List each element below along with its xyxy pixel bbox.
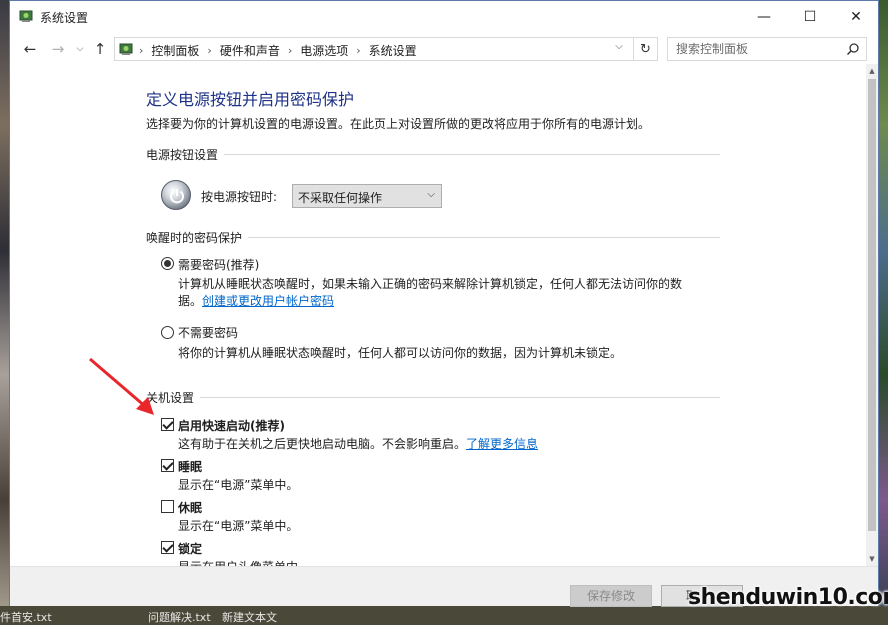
lock-checkbox[interactable]: [161, 541, 174, 554]
desktop-background-right: [878, 0, 888, 625]
desktop-file-label[interactable]: 问题解决.txt: [148, 609, 211, 625]
back-arrow-icon[interactable]: ←: [20, 39, 40, 59]
settings-window: 系统设置 — ☐ ✕ ← → ⌵ ↑ › 控制面板 › 硬件和声音 › 电源选项…: [9, 0, 879, 607]
control-panel-icon: [119, 43, 133, 55]
hibernate-checkbox[interactable]: [161, 500, 174, 513]
refresh-icon[interactable]: ↻: [633, 37, 657, 61]
breadcrumb-separator: ›: [287, 44, 293, 57]
require-password-label[interactable]: 需要密码(推荐): [178, 256, 259, 273]
site-watermark: shenduwin10.com: [688, 585, 888, 610]
require-password-description-cont: 据。创建或更改用户帐户密码: [178, 292, 334, 309]
no-password-radio[interactable]: [161, 326, 174, 339]
close-button[interactable]: ✕: [833, 1, 879, 32]
breadcrumb-separator: ›: [356, 44, 361, 57]
section-power-button: 电源按钮设置: [146, 147, 720, 162]
fast-startup-checkbox[interactable]: [161, 418, 174, 431]
no-password-description: 将你的计算机从睡眠状态唤醒时，任何人都可以访问你的数据，因为计算机未锁定。: [178, 346, 623, 360]
create-password-link[interactable]: 创建或更改用户帐户密码: [202, 294, 334, 308]
hibernate-description: 显示在“电源”菜单中。: [178, 519, 299, 533]
search-icon[interactable]: [846, 42, 860, 56]
section-shutdown: 关机设置: [146, 390, 720, 405]
chevron-down-icon[interactable]: ⌵: [611, 41, 627, 57]
sleep-checkbox[interactable]: [161, 459, 174, 472]
address-row: ← → ⌵ ↑ › 控制面板 › 硬件和声音 › 电源选项 › 系统设置 ⌵ ↻: [10, 33, 878, 63]
recent-dropdown-icon[interactable]: ⌵: [70, 39, 90, 59]
window-title: 系统设置: [40, 11, 89, 25]
lock-label[interactable]: 锁定: [178, 540, 202, 557]
page-title: 定义电源按钮并启用密码保护: [146, 90, 355, 109]
search-input[interactable]: [668, 38, 838, 60]
hibernate-label[interactable]: 休眠: [178, 499, 202, 516]
search-box[interactable]: [667, 37, 867, 61]
up-arrow-icon[interactable]: ↑: [90, 39, 110, 59]
scroll-up-icon[interactable]: ▲: [866, 64, 878, 78]
annotation-arrow-icon: [89, 357, 154, 415]
content-area: 定义电源按钮并启用密码保护 选择要为你的计算机设置的电源设置。在此页上对设置所做…: [10, 64, 866, 566]
breadcrumb-separator: ›: [139, 44, 144, 57]
divider: [224, 153, 720, 155]
sleep-label[interactable]: 睡眠: [178, 458, 202, 475]
breadcrumb-separator: ›: [207, 44, 212, 57]
minimize-button[interactable]: —: [741, 1, 787, 32]
power-button-icon: [161, 180, 191, 210]
desktop-file-label[interactable]: 件首安.txt: [0, 609, 52, 625]
power-button-action-select[interactable]: 不采取任何操作 ⌵: [292, 184, 442, 208]
save-changes-button[interactable]: 保存修改: [570, 585, 652, 607]
scrollbar-thumb[interactable]: [868, 79, 876, 531]
power-button-label: 按电源按钮时:: [201, 190, 278, 204]
require-password-description: 计算机从睡眠状态唤醒时，如果未输入正确的密码来解除计算机锁定，任何人都无法访问你…: [178, 277, 683, 291]
lock-description: 显示在用户头像菜单中: [178, 558, 298, 566]
no-password-label[interactable]: 不需要密码: [178, 324, 238, 341]
breadcrumb-system-settings[interactable]: 系统设置: [369, 42, 417, 59]
desktop-file-label[interactable]: 新建文本文: [222, 609, 277, 625]
section-wake-password: 唤醒时的密码保护: [146, 230, 720, 245]
fast-startup-label[interactable]: 启用快速启动(推荐): [178, 417, 285, 434]
breadcrumb-power-options[interactable]: 电源选项: [300, 42, 348, 59]
vertical-scrollbar[interactable]: ▲ ▼: [866, 64, 878, 566]
breadcrumb-control-panel[interactable]: 控制面板: [151, 42, 199, 59]
description-text: 这有助于在关机之后更快地启动电脑。不会影响重启。: [178, 437, 467, 451]
sleep-description: 显示在“电源”菜单中。: [178, 478, 299, 492]
chevron-down-icon: ⌵: [427, 189, 435, 200]
scroll-down-icon[interactable]: ▼: [866, 552, 878, 566]
divider: [200, 396, 720, 398]
fast-startup-description: 这有助于在关机之后更快地启动电脑。不会影响重启。了解更多信息: [178, 435, 538, 452]
breadcrumb-hardware-sound[interactable]: 硬件和声音: [220, 42, 280, 59]
breadcrumb: › 控制面板 › 硬件和声音 › 电源选项 › 系统设置: [139, 42, 417, 59]
divider: [248, 236, 720, 238]
maximize-button[interactable]: ☐: [787, 1, 833, 32]
address-bar[interactable]: › 控制面板 › 硬件和声音 › 电源选项 › 系统设置 ⌵ ↻: [114, 37, 658, 61]
section-heading: 唤醒时的密码保护: [146, 230, 243, 245]
title-bar: 系统设置 — ☐ ✕: [10, 1, 878, 32]
page-description: 选择要为你的计算机设置的电源设置。在此页上对设置所做的更改将应用于你所有的电源计…: [146, 117, 651, 131]
power-options-icon: [19, 10, 33, 22]
description-text: 据。: [178, 294, 203, 308]
section-heading: 电源按钮设置: [146, 147, 219, 162]
learn-more-link[interactable]: 了解更多信息: [466, 437, 538, 451]
forward-arrow-icon[interactable]: →: [48, 39, 68, 59]
select-value: 不采取任何操作: [298, 191, 383, 205]
require-password-radio[interactable]: [161, 257, 174, 270]
